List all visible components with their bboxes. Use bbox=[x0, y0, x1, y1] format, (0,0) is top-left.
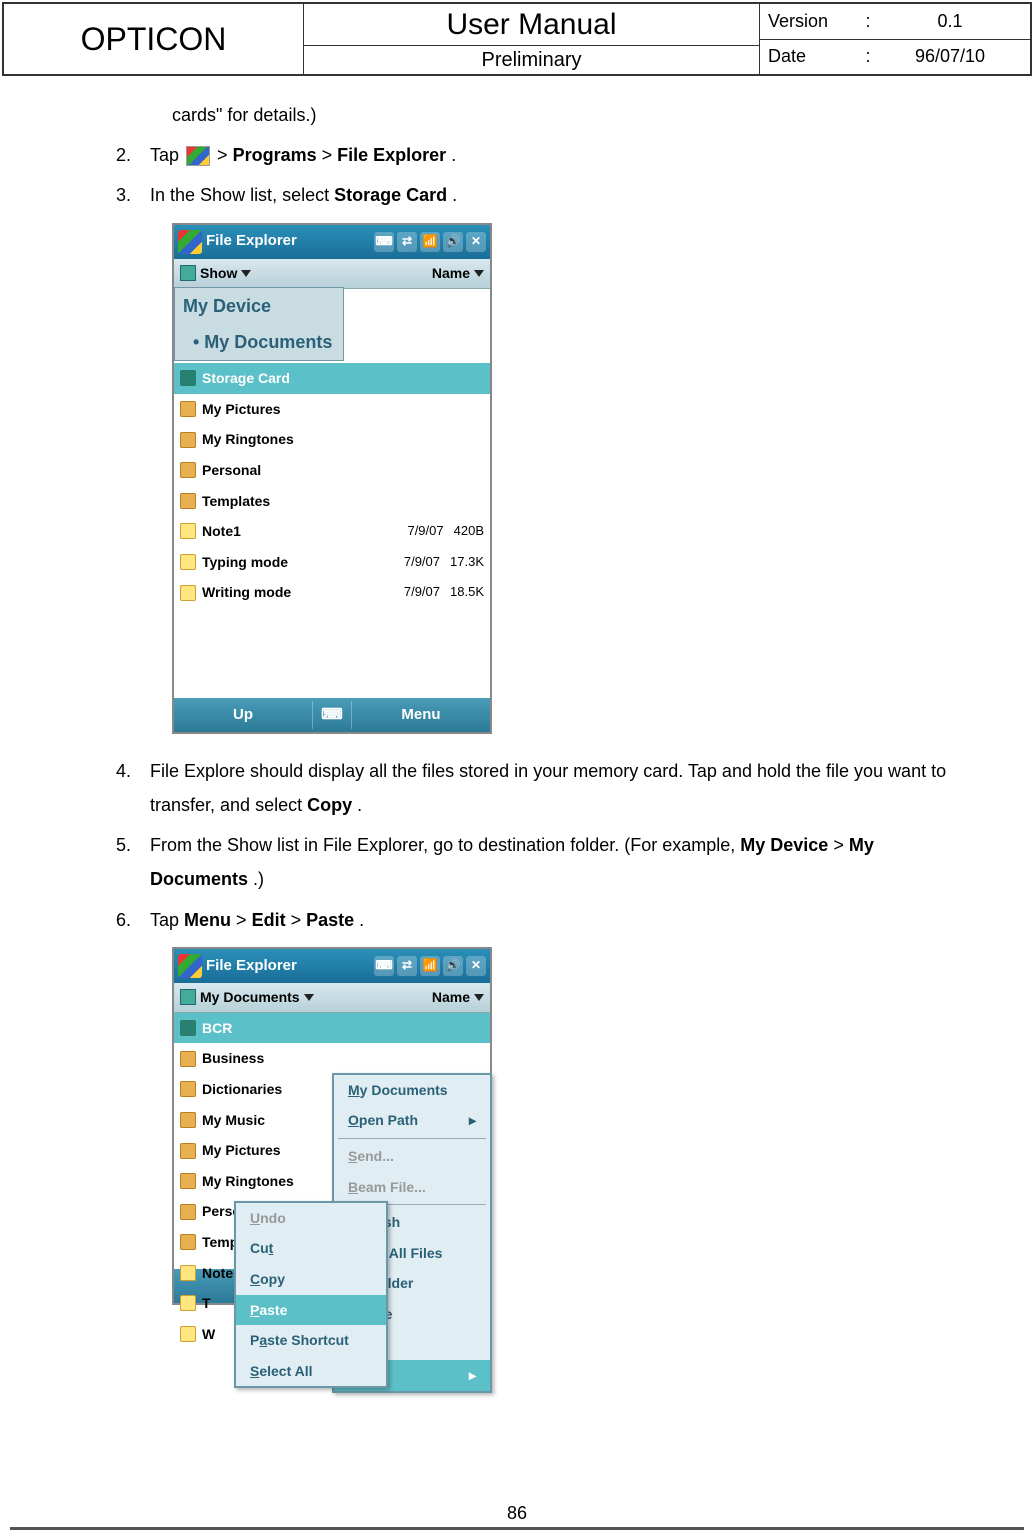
dropdown-item[interactable]: My Device bbox=[175, 288, 343, 324]
version-value: 0.1 bbox=[878, 11, 1022, 32]
folder-icon bbox=[180, 493, 196, 509]
menu-item[interactable]: Open Path bbox=[334, 1105, 490, 1136]
chevron-down-icon[interactable] bbox=[241, 270, 251, 277]
file-list: BCRBusinessDictionariesMy MusicMy Pictur… bbox=[174, 1013, 490, 1269]
close-icon[interactable]: ✕ bbox=[466, 232, 486, 252]
folder-icon bbox=[180, 1081, 196, 1097]
header-center: User Manual Preliminary bbox=[304, 4, 760, 74]
menu-item: Beam File... bbox=[334, 1172, 490, 1203]
folder-icon bbox=[180, 462, 196, 478]
keyboard-icon[interactable]: ⌨ bbox=[374, 232, 394, 252]
screenshot-1: File Explorer ⌨ ⇄ 📶 🔊 ✕ Show Name My D bbox=[172, 223, 492, 734]
connectivity-icon[interactable]: ⇄ bbox=[397, 232, 417, 252]
wm-titlebar: File Explorer ⌨ ⇄ 📶 🔊 ✕ bbox=[174, 225, 490, 259]
footer-line bbox=[10, 1527, 1024, 1530]
company-name: OPTICON bbox=[4, 4, 304, 74]
menu-item[interactable]: My Documents bbox=[334, 1075, 490, 1106]
keyboard-icon[interactable]: ⌨ bbox=[374, 956, 394, 976]
header-meta: Version : 0.1 Date : 96/07/10 bbox=[760, 4, 1030, 74]
file-item[interactable]: Note17/9/07420B bbox=[174, 516, 490, 547]
start-icon[interactable] bbox=[178, 954, 202, 978]
note-icon bbox=[180, 585, 196, 601]
folder-icon bbox=[180, 1204, 196, 1220]
menu-item[interactable]: Cut bbox=[236, 1233, 386, 1264]
step-4: 4. File Explore should display all the f… bbox=[110, 754, 954, 822]
doc-subtitle: Preliminary bbox=[304, 46, 759, 74]
content: cards" for details.) 2. Tap > Programs >… bbox=[0, 78, 1034, 1305]
doc-title: User Manual bbox=[304, 4, 759, 46]
wm-subbar: Show Name bbox=[174, 259, 490, 289]
show-dropdown[interactable]: My Documents bbox=[200, 984, 300, 1011]
show-dropdown[interactable]: Show bbox=[200, 260, 237, 287]
menu-item[interactable]: Copy bbox=[236, 1264, 386, 1295]
dropdown-item[interactable]: • My Documents bbox=[175, 324, 343, 360]
menu-item[interactable]: Paste bbox=[236, 1295, 386, 1326]
date-label: Date bbox=[768, 46, 858, 67]
signal-icon[interactable]: 📶 bbox=[420, 232, 440, 252]
chevron-down-icon[interactable] bbox=[304, 994, 314, 1001]
screenshot-2: File Explorer ⌨ ⇄ 📶 🔊 ✕ My Documents Nam… bbox=[172, 947, 492, 1305]
sound-icon[interactable]: 🔊 bbox=[443, 232, 463, 252]
sd-icon bbox=[180, 370, 196, 386]
softkey-menu[interactable]: Menu bbox=[352, 701, 490, 730]
sound-icon[interactable]: 🔊 bbox=[443, 956, 463, 976]
file-item[interactable]: Writing mode7/9/0718.5K bbox=[174, 577, 490, 608]
file-item[interactable]: My Pictures bbox=[174, 394, 490, 425]
wm-bottombar: Up ⌨ Menu bbox=[174, 698, 490, 732]
close-icon[interactable]: ✕ bbox=[466, 956, 486, 976]
step-5: 5. From the Show list in File Explorer, … bbox=[110, 828, 954, 896]
edit-context-menu[interactable]: UndoCutCopyPastePaste ShortcutSelect All bbox=[234, 1201, 388, 1389]
file-item[interactable]: BCR bbox=[174, 1013, 490, 1044]
page-number: 86 bbox=[0, 1503, 1034, 1524]
sort-dropdown[interactable]: Name bbox=[432, 984, 470, 1011]
chevron-down-icon[interactable] bbox=[474, 270, 484, 277]
step-6: 6. Tap Menu > Edit > Paste . bbox=[110, 903, 954, 937]
page-header: OPTICON User Manual Preliminary Version … bbox=[2, 2, 1032, 76]
step-3: 3. In the Show list, select Storage Card… bbox=[110, 178, 954, 212]
folder-icon bbox=[180, 401, 196, 417]
menu-item[interactable]: Paste Shortcut bbox=[236, 1325, 386, 1356]
sort-dropdown[interactable]: Name bbox=[432, 260, 470, 287]
folder-icon bbox=[180, 1143, 196, 1159]
sd-icon bbox=[180, 1020, 196, 1036]
windows-logo-icon bbox=[186, 146, 210, 166]
softkey-up[interactable]: Up bbox=[174, 701, 312, 730]
folder-icon bbox=[180, 1051, 196, 1067]
app-title: File Explorer bbox=[206, 227, 370, 256]
menu-item: Send... bbox=[334, 1141, 490, 1172]
file-item[interactable]: Storage Card bbox=[174, 363, 490, 394]
file-item[interactable]: Templates bbox=[174, 486, 490, 517]
app-title: File Explorer bbox=[206, 952, 370, 981]
folder-icon bbox=[180, 1234, 196, 1250]
device-icon bbox=[180, 265, 196, 281]
note-icon bbox=[180, 523, 196, 539]
file-item[interactable]: Business bbox=[174, 1043, 490, 1074]
device-icon bbox=[180, 989, 196, 1005]
chevron-down-icon[interactable] bbox=[474, 994, 484, 1001]
start-icon[interactable] bbox=[178, 230, 202, 254]
wm-subbar: My Documents Name bbox=[174, 983, 490, 1013]
note-icon bbox=[180, 1265, 196, 1281]
show-dropdown-menu[interactable]: My Device • My Documents bbox=[174, 287, 344, 361]
step-2: 2. Tap > Programs > File Explorer . bbox=[110, 138, 954, 172]
date-value: 96/07/10 bbox=[878, 46, 1022, 67]
menu-item[interactable]: Select All bbox=[236, 1356, 386, 1387]
file-item[interactable]: Typing mode7/9/0717.3K bbox=[174, 547, 490, 578]
file-item[interactable]: My Ringtones bbox=[174, 424, 490, 455]
signal-icon[interactable]: 📶 bbox=[420, 956, 440, 976]
folder-icon bbox=[180, 1112, 196, 1128]
folder-icon bbox=[180, 432, 196, 448]
menu-item: Undo bbox=[236, 1203, 386, 1234]
connectivity-icon[interactable]: ⇄ bbox=[397, 956, 417, 976]
version-label: Version bbox=[768, 11, 858, 32]
note-icon bbox=[180, 1326, 196, 1342]
continued-text: cards" for details.) bbox=[110, 98, 954, 132]
sip-icon[interactable]: ⌨ bbox=[312, 701, 352, 730]
note-icon bbox=[180, 1295, 196, 1311]
folder-icon bbox=[180, 1173, 196, 1189]
wm-titlebar: File Explorer ⌨ ⇄ 📶 🔊 ✕ bbox=[174, 949, 490, 983]
file-item[interactable]: Personal bbox=[174, 455, 490, 486]
note-icon bbox=[180, 554, 196, 570]
